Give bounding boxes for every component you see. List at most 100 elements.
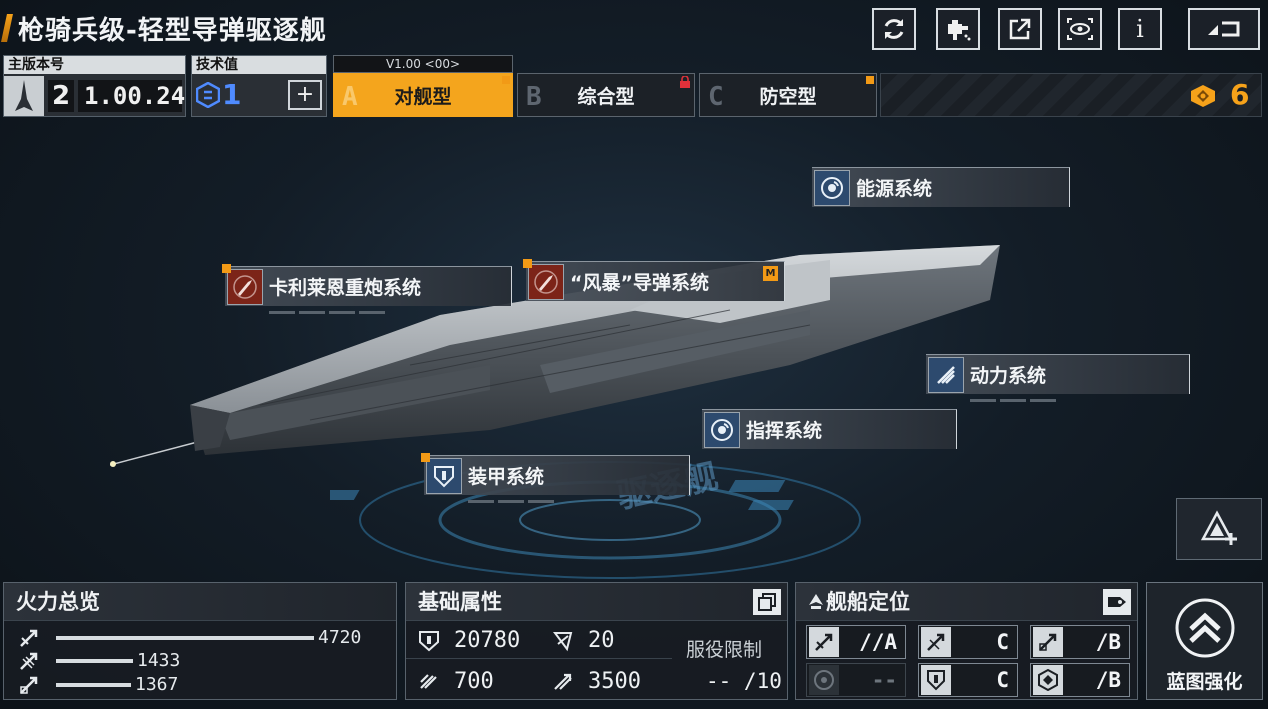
system-label: “风暴”导弹系统 (570, 272, 709, 294)
system-cannon[interactable]: 卡利莱恩重炮系统 (222, 264, 512, 314)
tech-panel: 技术值 1 + (191, 55, 327, 117)
system-armor[interactable]: 装甲系统 (421, 453, 690, 503)
copy-icon (758, 593, 776, 611)
module-badge: M (763, 266, 778, 281)
system-label: 装甲系统 (468, 466, 545, 488)
version-panel: 主版本号 2 1.00.24 (3, 55, 186, 117)
refresh-icon (884, 19, 904, 39)
system-missile[interactable]: “风暴”导弹系统 M (523, 259, 785, 301)
formation-button[interactable] (1176, 498, 1262, 560)
upgrade-label: 蓝图强化 (1166, 671, 1243, 693)
speed-icon (554, 673, 572, 690)
stat-value: 20780 (454, 628, 521, 653)
refresh-button[interactable] (872, 8, 916, 50)
tab-marker (502, 76, 510, 84)
tab-label: 对舰型 (394, 85, 452, 108)
firepower-row: 1367 (18, 674, 178, 696)
support-icon (1033, 665, 1063, 695)
stat-value: 700 (454, 668, 494, 694)
version-minor: 1.00.24 (78, 80, 185, 112)
firepower-row: 4720 (18, 627, 361, 649)
currency-value: 6 (1230, 78, 1250, 111)
title-bar: 枪骑兵级-轻型导弹驱逐舰 (1, 10, 327, 46)
firepower-bar (56, 636, 314, 640)
cannon-shell-icon (227, 268, 263, 305)
service-limit-label: 服役限制 (686, 639, 763, 661)
position-grade: //A (859, 630, 897, 654)
command-core-icon (704, 411, 740, 448)
position-support: /B (1030, 663, 1130, 697)
tech-value: 1 (222, 78, 242, 111)
position-grade: -- (871, 668, 897, 692)
position-grade: C (996, 668, 1009, 692)
view-button[interactable] (1058, 8, 1102, 50)
position-grade: /B (1095, 630, 1121, 654)
missile-icon (528, 263, 564, 300)
version-label: 主版本号 (4, 56, 185, 74)
lock-icon (680, 76, 690, 88)
ship-bow-icon (809, 594, 823, 609)
stat-value: 3500 (588, 668, 641, 694)
siege-icon (20, 676, 38, 694)
firepower-panel: 火力总览 4720 1433 1367 (3, 582, 397, 700)
tab-anti-ship[interactable]: A 对舰型 (333, 73, 513, 117)
target-icon (809, 665, 839, 695)
firepower-row: 1433 (18, 650, 180, 672)
copy-button[interactable] (753, 589, 781, 615)
title-accent (1, 14, 13, 42)
anti-air-icon (921, 627, 951, 657)
ship-silhouette-icon (4, 76, 44, 116)
system-command[interactable]: 指挥系统 (702, 409, 957, 449)
position-defense: C (918, 663, 1018, 697)
system-power[interactable]: 动力系统 (926, 354, 1190, 402)
stat-value: 20 (588, 628, 615, 653)
tab-general[interactable]: B 综合型 (517, 73, 695, 117)
energy-shield-icon (420, 674, 437, 689)
stat-hp: 20780 (406, 623, 540, 659)
engine-icon (928, 356, 964, 393)
firepower-value: 1367 (135, 674, 179, 695)
tab-letter: C (708, 82, 724, 112)
slot-indicator (468, 500, 554, 503)
tab-marker (866, 76, 874, 84)
position-anti-air: C (918, 625, 1018, 659)
stat-shield: 700 (406, 663, 540, 699)
blueprint-upgrade-button[interactable]: 蓝图强化 (1146, 582, 1263, 700)
anti-ship-icon (809, 627, 839, 657)
panel-title: 基础属性 (406, 583, 787, 621)
position-siege: /B (1030, 625, 1130, 659)
system-energy[interactable]: 能源系统 (812, 167, 1070, 207)
system-label: 指挥系统 (746, 420, 823, 442)
position-grade: C (996, 630, 1009, 654)
hull-icon (419, 630, 439, 651)
position-anti-ship: //A (806, 625, 906, 659)
back-icon (1208, 21, 1240, 37)
energy-core-icon (814, 169, 850, 206)
stat-speed: 3500 (540, 663, 672, 699)
share-button[interactable] (998, 8, 1042, 50)
tab-letter: B (526, 82, 542, 112)
armor-icon (553, 631, 573, 651)
firepower-value: 4720 (318, 627, 362, 648)
firepower-bar (56, 659, 133, 663)
ship-title: 枪骑兵级-轻型导弹驱逐舰 (18, 15, 327, 46)
anti-air-icon (20, 652, 38, 670)
system-flag (222, 264, 231, 273)
siege-icon (1033, 627, 1063, 657)
system-flag (421, 453, 430, 462)
anti-ship-icon (20, 629, 38, 647)
tech-add-button[interactable]: + (288, 80, 322, 110)
info-icon: i (1136, 15, 1144, 43)
paint-icon (948, 20, 971, 41)
stat-armor: 20 (540, 623, 672, 659)
position-target: -- (806, 663, 906, 697)
tab-label: 防空型 (759, 85, 817, 108)
paint-button[interactable] (936, 8, 980, 50)
back-button[interactable] (1188, 8, 1260, 50)
info-button[interactable]: i (1118, 8, 1162, 50)
slot-indicator (970, 399, 1056, 402)
tag-button[interactable] (1103, 589, 1131, 615)
tab-anti-air[interactable]: C 防空型 (699, 73, 877, 117)
service-limit-value: -- /10 (706, 669, 782, 693)
panel-title: 舰船定位 (796, 583, 1137, 621)
